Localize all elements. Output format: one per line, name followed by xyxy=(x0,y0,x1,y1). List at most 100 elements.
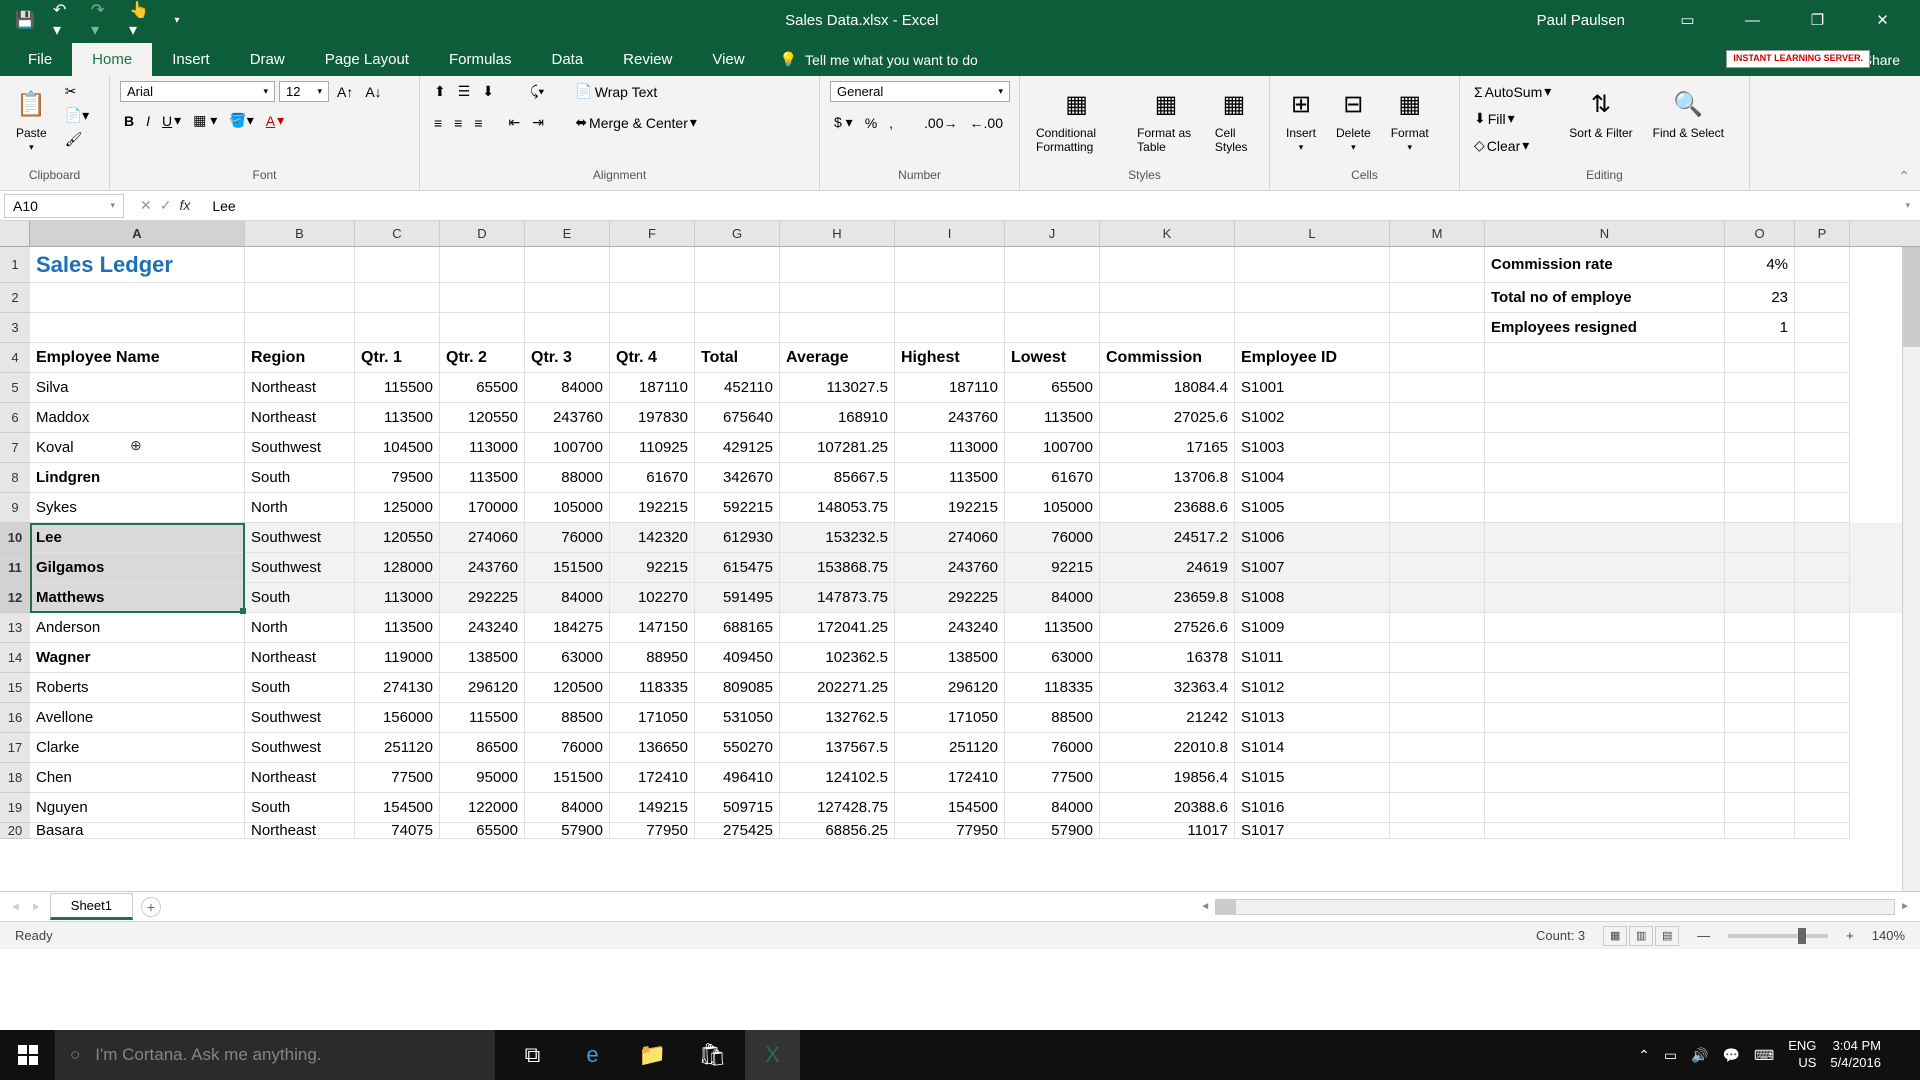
align-right-icon[interactable]: ≡ xyxy=(470,113,486,133)
cell[interactable]: 24619 xyxy=(1100,553,1235,583)
cell[interactable]: 61670 xyxy=(610,463,695,493)
cell[interactable] xyxy=(1390,793,1485,823)
cell[interactable] xyxy=(355,283,440,313)
cell[interactable]: 88500 xyxy=(525,703,610,733)
cell[interactable]: 113500 xyxy=(895,463,1005,493)
enter-formula-icon[interactable]: ✓ xyxy=(160,197,172,214)
keyboard-icon[interactable]: ⌨ xyxy=(1754,1047,1774,1064)
ribbon-display-icon[interactable]: ▭ xyxy=(1665,0,1710,40)
cell[interactable] xyxy=(1485,703,1725,733)
maximize-icon[interactable]: ❐ xyxy=(1795,0,1840,40)
cell[interactable]: Employees resigned xyxy=(1485,313,1725,343)
cell[interactable]: 452110 xyxy=(695,373,780,403)
cell[interactable]: 76000 xyxy=(1005,523,1100,553)
cell[interactable]: S1015 xyxy=(1235,763,1390,793)
cell[interactable]: Northeast xyxy=(245,403,355,433)
cell[interactable]: 105000 xyxy=(1005,493,1100,523)
cell[interactable]: 84000 xyxy=(525,583,610,613)
cell[interactable] xyxy=(1390,313,1485,343)
cell[interactable] xyxy=(1795,823,1850,839)
select-all-corner[interactable] xyxy=(0,221,30,247)
cell[interactable]: Northeast xyxy=(245,823,355,839)
cell[interactable]: 243760 xyxy=(895,553,1005,583)
zoom-in-icon[interactable]: + xyxy=(1846,928,1854,943)
cell[interactable]: 65500 xyxy=(440,373,525,403)
cell[interactable] xyxy=(1485,823,1725,839)
cell[interactable] xyxy=(1485,463,1725,493)
tab-formulas[interactable]: Formulas xyxy=(429,43,532,76)
cell[interactable]: 147150 xyxy=(610,613,695,643)
find-select-button[interactable]: 🔍Find & Select xyxy=(1647,81,1730,143)
cell[interactable]: 11017 xyxy=(1100,823,1235,839)
cell[interactable]: 65500 xyxy=(440,823,525,839)
cell[interactable]: Anderson xyxy=(30,613,245,643)
tab-home[interactable]: Home xyxy=(72,43,152,76)
cell[interactable]: 61670 xyxy=(1005,463,1100,493)
cell[interactable] xyxy=(525,313,610,343)
cell[interactable] xyxy=(1390,583,1485,613)
merge-center-button[interactable]: ⬌ Merge & Center ▾ xyxy=(571,112,701,133)
cell[interactable] xyxy=(1795,403,1850,433)
cell[interactable] xyxy=(1485,493,1725,523)
cell[interactable]: 243760 xyxy=(525,403,610,433)
cell[interactable]: 113000 xyxy=(895,433,1005,463)
cell[interactable]: 74075 xyxy=(355,823,440,839)
cell[interactable]: 102270 xyxy=(610,583,695,613)
cell[interactable]: 128000 xyxy=(355,553,440,583)
cell[interactable]: 77500 xyxy=(355,763,440,793)
cell[interactable] xyxy=(1390,343,1485,373)
cell[interactable] xyxy=(1725,433,1795,463)
cut-icon[interactable]: ✂ xyxy=(61,81,93,102)
cell[interactable]: Southwest xyxy=(245,523,355,553)
cell[interactable]: 27025.6 xyxy=(1100,403,1235,433)
cell[interactable]: 243760 xyxy=(895,403,1005,433)
cell[interactable]: S1001 xyxy=(1235,373,1390,403)
cell[interactable]: 113000 xyxy=(440,433,525,463)
tab-view[interactable]: View xyxy=(692,43,764,76)
cell[interactable]: Koval xyxy=(30,433,245,463)
cell[interactable] xyxy=(1390,733,1485,763)
cell[interactable]: 23688.6 xyxy=(1100,493,1235,523)
cell[interactable] xyxy=(1795,643,1850,673)
cell[interactable] xyxy=(1390,433,1485,463)
cell[interactable]: Chen xyxy=(30,763,245,793)
task-view-icon[interactable]: ⧉ xyxy=(505,1030,560,1080)
cell[interactable]: Roberts xyxy=(30,673,245,703)
cell[interactable] xyxy=(1100,283,1235,313)
row-header-6[interactable]: 6 xyxy=(0,403,30,433)
cell[interactable]: 22010.8 xyxy=(1100,733,1235,763)
row-header-20[interactable]: 20 xyxy=(0,823,30,839)
cell[interactable] xyxy=(1795,733,1850,763)
col-header-G[interactable]: G xyxy=(695,221,780,246)
col-header-J[interactable]: J xyxy=(1005,221,1100,246)
cell[interactable]: 147873.75 xyxy=(780,583,895,613)
cell[interactable]: S1002 xyxy=(1235,403,1390,433)
cell[interactable]: 113500 xyxy=(440,463,525,493)
battery-icon[interactable]: ▭ xyxy=(1664,1047,1677,1064)
cell[interactable]: 92215 xyxy=(610,553,695,583)
copy-icon[interactable]: 📄▾ xyxy=(61,105,93,126)
cell[interactable]: 85667.5 xyxy=(780,463,895,493)
cell[interactable]: 151500 xyxy=(525,553,610,583)
store-icon[interactable]: 🛍 xyxy=(685,1030,740,1080)
cell[interactable]: 21242 xyxy=(1100,703,1235,733)
cell[interactable] xyxy=(780,313,895,343)
row-header-18[interactable]: 18 xyxy=(0,763,30,793)
cell[interactable]: Avellone xyxy=(30,703,245,733)
cell[interactable]: S1013 xyxy=(1235,703,1390,733)
cell[interactable]: 274130 xyxy=(355,673,440,703)
row-header-2[interactable]: 2 xyxy=(0,283,30,313)
cell[interactable]: Total xyxy=(695,343,780,373)
cell[interactable]: 113500 xyxy=(355,403,440,433)
cell[interactable]: Southwest xyxy=(245,703,355,733)
edge-icon[interactable]: e xyxy=(565,1030,620,1080)
comma-icon[interactable]: , xyxy=(885,113,897,133)
cell[interactable]: 20388.6 xyxy=(1100,793,1235,823)
cell[interactable]: Region xyxy=(245,343,355,373)
cell[interactable] xyxy=(1725,793,1795,823)
cell[interactable] xyxy=(610,283,695,313)
cell[interactable]: Basara xyxy=(30,823,245,839)
align-top-icon[interactable]: ⬆ xyxy=(430,81,450,102)
cell[interactable]: South xyxy=(245,463,355,493)
cell[interactable] xyxy=(1485,733,1725,763)
